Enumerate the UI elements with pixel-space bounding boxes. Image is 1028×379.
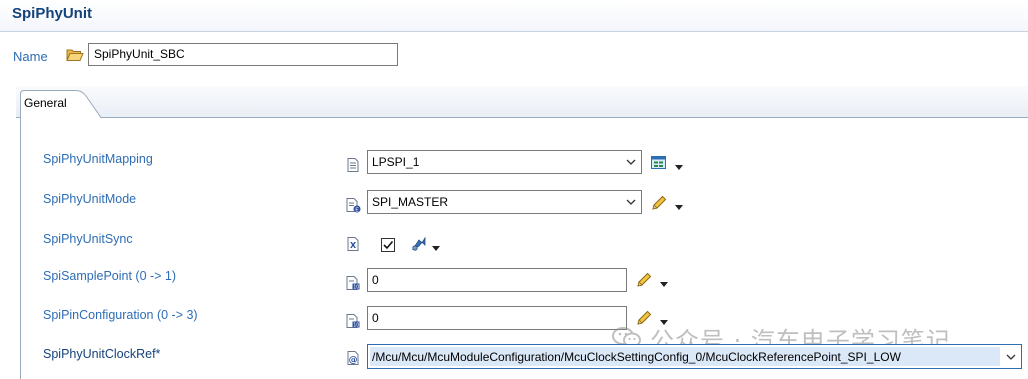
spi-phy-unit-mapping-value: LPSPI_1: [372, 155, 420, 169]
svg-text:X: X: [350, 241, 357, 250]
pencil-icon[interactable]: [635, 271, 653, 289]
name-field[interactable]: SpiPhyUnit_SBC: [88, 43, 398, 66]
chevron-down-icon[interactable]: [1005, 350, 1017, 364]
spi-phy-unit-clock-ref-value: /Mcu/Mcu/McuModuleConfiguration/McuClock…: [372, 350, 901, 364]
tab-strip: [16, 86, 1028, 118]
page-title: SpiPhyUnit: [12, 5, 93, 22]
boolean-icon: X: [345, 236, 361, 252]
dropdown-triangle-icon[interactable]: [675, 200, 683, 210]
spi-phy-unit-mapping-select[interactable]: LPSPI_1: [367, 150, 642, 174]
enum-icon: E: [345, 197, 361, 213]
dropdown-triangle-icon[interactable]: [432, 241, 440, 251]
integer-icon: 10: [345, 313, 361, 329]
dropdown-triangle-icon[interactable]: [675, 160, 683, 170]
spi-phy-unit-sync-label: SpiPhyUnitSync: [43, 232, 133, 246]
spi-phy-unit-clock-ref-label: SpiPhyUnitClockRef*: [43, 347, 161, 361]
spi-sample-point-value: 0: [372, 273, 379, 287]
spi-sample-point-label: SpiSamplePoint (0 -> 1): [43, 269, 177, 283]
spi-sample-point-input[interactable]: 0: [367, 268, 627, 292]
spi-phy-unit-clock-ref-select[interactable]: /Mcu/Mcu/McuModuleConfiguration/McuClock…: [367, 344, 1022, 369]
integer-icon: 10: [345, 275, 361, 291]
spi-pin-configuration-label: SpiPinConfiguration (0 -> 3): [43, 308, 198, 322]
name-label: Name: [13, 49, 48, 64]
link-arrow-icon[interactable]: [410, 235, 428, 253]
svg-text:@: @: [349, 356, 358, 366]
spi-phy-unit-mode-select[interactable]: SPI_MASTER: [367, 190, 642, 214]
spi-phy-unit-mode-label: SpiPhyUnitMode: [43, 192, 137, 206]
document-icon: [345, 157, 361, 173]
dropdown-triangle-icon[interactable]: [660, 277, 668, 287]
name-field-value: SpiPhyUnit_SBC: [94, 47, 185, 61]
spi-phy-unit-mapping-label: SpiPhyUnitMapping: [43, 152, 153, 166]
svg-text:E: E: [355, 207, 359, 213]
spi-phy-unit-sync-checkbox[interactable]: [381, 238, 395, 252]
chevron-down-icon: [625, 195, 637, 209]
spi-pin-configuration-value: 0: [372, 311, 379, 325]
svg-text:10: 10: [353, 323, 359, 329]
svg-text:10: 10: [353, 285, 359, 291]
chevron-down-icon: [625, 155, 637, 169]
spi-phy-unit-mode-value: SPI_MASTER: [372, 195, 449, 209]
spi-pin-configuration-input[interactable]: 0: [367, 306, 627, 330]
folder-open-icon: [66, 47, 84, 63]
tab-general[interactable]: General: [20, 90, 110, 119]
editor-header: SpiPhyUnit: [0, 0, 1028, 32]
form-editor-icon[interactable]: [650, 154, 668, 172]
pencil-icon[interactable]: [650, 194, 668, 212]
reference-at-icon: @: [345, 350, 361, 366]
tab-general-label: General: [24, 96, 67, 110]
